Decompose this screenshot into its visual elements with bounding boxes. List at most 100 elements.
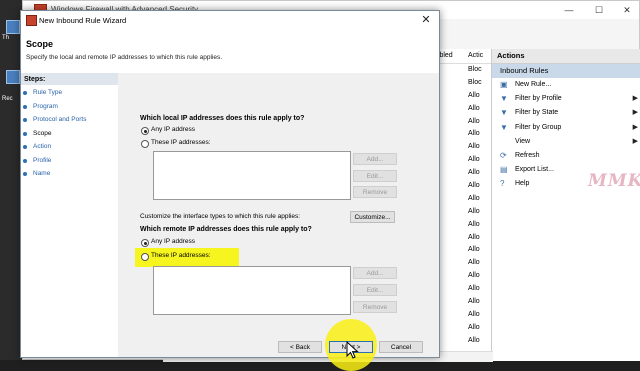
cancel-button[interactable]: Cancel [379,341,423,353]
action-item[interactable]: ▼ Filter by Profile ▶ [492,92,640,106]
step-item[interactable]: Rule Type [21,87,118,99]
remote-ip-listbox[interactable] [153,266,351,315]
action-cell: Allo [468,298,480,306]
table-row[interactable]: Allo [432,116,494,129]
wizard-title: New Inbound Rule Wizard [39,16,127,25]
step-item[interactable]: Action [21,141,118,153]
back-button[interactable]: < Back [278,341,322,353]
steps-panel: Steps: Rule Type Program Protocol and Port… [21,73,118,357]
action-cell: Allo [468,91,480,99]
column-header-action[interactable]: Actic [468,52,483,59]
action-item-label: New Rule... [515,81,552,88]
action-cell: Allo [468,246,480,254]
radio-unselected-icon[interactable] [141,253,149,261]
action-item-label: Filter by Profile [515,95,562,103]
table-row[interactable]: Allo [432,141,494,154]
step-bullet-icon [23,104,27,109]
wizard-title-bar: New Inbound Rule Wizard ✕ [21,11,439,29]
scope-content: Which local IP addresses does this rule … [118,73,439,371]
local-remove-button[interactable]: Remove [353,186,397,198]
step-item[interactable]: Scope [21,128,118,140]
remote-add-button[interactable]: Add... [353,267,397,279]
step-label: Protocol and Ports [33,116,87,123]
table-row[interactable]: Allo [432,103,494,116]
local-edit-button[interactable]: Edit... [353,170,397,182]
action-cell: Allo [468,310,480,318]
table-row[interactable]: Allo [432,193,494,206]
table-row[interactable]: Allo [432,167,494,180]
steps-header: Steps: [24,76,46,83]
table-row[interactable]: Bloc [432,64,494,77]
local-ip-listbox[interactable] [153,151,351,200]
table-row[interactable]: Bloc [432,77,494,90]
action-item[interactable]: ⟳ Refresh [492,149,640,163]
step-item[interactable]: Name [21,168,118,180]
step-label: Action [33,143,52,150]
action-cell: Allo [468,156,480,164]
desktop-background: Th Rec [0,0,22,360]
wizard-heading: Scope [26,39,54,49]
table-row[interactable]: Allo [432,283,494,296]
table-row[interactable]: Allo [432,219,494,232]
table-row[interactable]: Allo [432,335,494,348]
minimize-button[interactable]: — [555,3,583,17]
action-cell: Allo [468,182,480,190]
table-row[interactable]: Allo [432,309,494,322]
action-item-label: Refresh [515,151,540,159]
table-row[interactable]: Allo [432,232,494,245]
submenu-arrow-icon: ▶ [632,137,638,145]
desktop-icon-label: Th [2,35,10,41]
action-cell: Bloc [468,66,482,73]
wizard-close-button[interactable]: ✕ [419,13,433,27]
table-row[interactable]: Allo [432,180,494,193]
remote-remove-button[interactable]: Remove [353,301,397,313]
table-row[interactable]: Allo [432,206,494,219]
wizard-header: Scope Specify the local and remote IP ad… [21,29,439,74]
rules-grid: iabled Actic Bloc Bloc Allo Allo Allo Allo All… [431,49,494,361]
step-item[interactable]: Profile [21,155,118,167]
radio-unselected-icon[interactable] [141,140,149,148]
step-bullet-icon [23,118,27,122]
action-item[interactable]: ▼ Filter by State ▶ [492,106,640,120]
table-row[interactable]: Allo [432,90,494,103]
local-add-button[interactable]: Add... [353,153,397,165]
close-button[interactable]: ✕ [613,3,640,17]
table-row[interactable]: Allo [432,296,494,309]
action-cell: Allo [468,336,480,344]
action-cell: Allo [468,117,480,125]
action-item[interactable]: ▼ Filter by Group ▶ [492,121,640,135]
table-row[interactable]: Allo [432,244,494,257]
actions-title: Actions [492,49,640,64]
action-cell: Allo [468,233,480,241]
customize-button[interactable]: Customize... [350,211,395,223]
action-cell: Allo [468,169,480,177]
action-item[interactable]: View ▶ [492,135,640,149]
wizard-subheading: Specify the local and remote IP addresse… [26,54,223,61]
action-item[interactable]: ▣ New Rule... [492,78,640,92]
table-row[interactable]: Allo [432,128,494,141]
radio-label: These IP addresses: [151,252,211,259]
maximize-button[interactable]: ☐ [585,3,613,17]
filter-icon: ▼ [500,122,508,132]
step-bullet-icon [23,158,27,163]
recycle-bin-icon[interactable] [6,70,20,84]
step-item[interactable]: Protocol and Ports [21,114,118,126]
desktop-icon-label: Rec [2,96,13,102]
table-row[interactable]: Allo [432,322,494,335]
action-item-label: View [515,137,531,145]
step-bullet-icon [23,131,27,136]
action-cell: Allo [468,220,480,228]
grid-header: iabled Actic [432,49,494,64]
step-item[interactable]: Program [21,101,118,113]
radio-selected-icon[interactable] [141,239,149,247]
desktop-file-icon[interactable] [6,20,20,34]
radio-label: These IP addresses: [151,139,211,146]
action-cell: Allo [468,207,480,215]
table-row[interactable]: Allo [432,257,494,270]
radio-label: Any IP address [151,126,195,133]
radio-selected-icon[interactable] [141,127,149,135]
actions-group-inbound-rules[interactable]: Inbound Rules [492,64,640,78]
remote-edit-button[interactable]: Edit... [353,284,397,296]
table-row[interactable]: Allo [432,270,494,283]
table-row[interactable]: Allo [432,154,494,167]
